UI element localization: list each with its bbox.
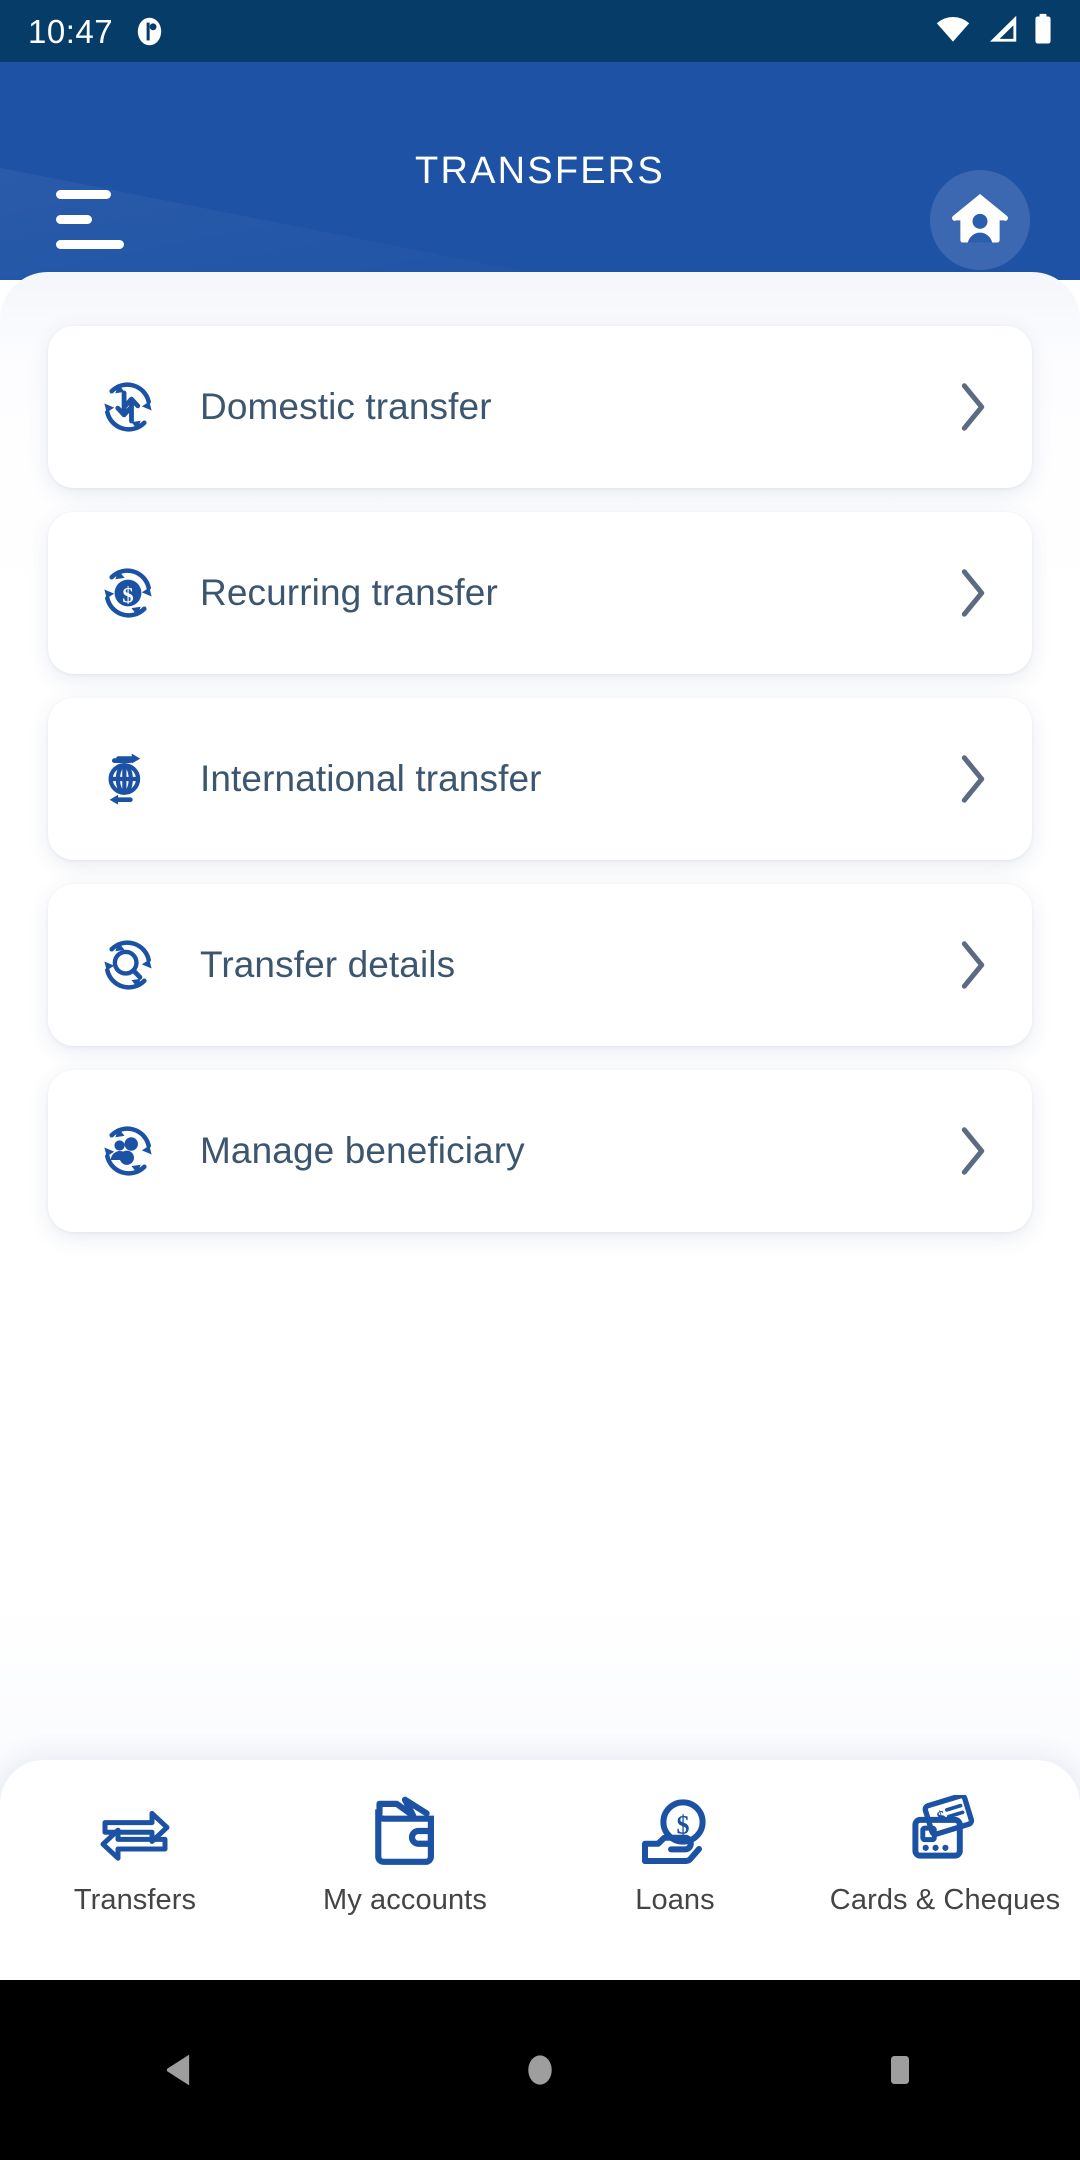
android-system-nav bbox=[0, 1980, 1080, 2160]
transfer-options-list: Domestic transfer $ Recurring transfer I… bbox=[0, 326, 1080, 1256]
home-person-icon bbox=[949, 187, 1011, 254]
nav-item-label: Loans bbox=[635, 1884, 715, 1916]
menu-item-transfer-details[interactable]: Transfer details bbox=[48, 884, 1032, 1046]
bottom-navigation-bar: Transfers My accounts $ Loans $ Cards & … bbox=[0, 1760, 1080, 1980]
page-title: TRANSFERS bbox=[415, 149, 665, 192]
recents-square-icon[interactable] bbox=[840, 2010, 960, 2130]
app-header: TRANSFERS bbox=[0, 62, 1080, 280]
hand-coin-icon: $ bbox=[639, 1792, 711, 1870]
manage-beneficiary-icon bbox=[92, 1115, 164, 1187]
content-panel: Domestic transfer $ Recurring transfer I… bbox=[0, 272, 1080, 1850]
international-transfer-icon bbox=[92, 743, 164, 815]
status-bar-clock: 10:47 bbox=[28, 12, 114, 50]
wallet-icon bbox=[370, 1792, 440, 1870]
chevron-right-icon bbox=[956, 1124, 990, 1178]
notification-app-icon bbox=[133, 15, 166, 48]
chevron-right-icon bbox=[956, 938, 990, 992]
status-bar: 10:47 bbox=[0, 0, 1080, 62]
transfer-details-icon bbox=[92, 929, 164, 1001]
nav-item-label: Cards & Cheques bbox=[829, 1884, 1061, 1916]
menu-item-label: Domestic transfer bbox=[200, 386, 492, 427]
domestic-transfer-icon bbox=[92, 371, 164, 443]
home-circle-icon[interactable] bbox=[480, 2010, 600, 2130]
chevron-right-icon bbox=[956, 380, 990, 434]
nav-item-label: Transfers bbox=[73, 1884, 197, 1916]
nav-item-my-accounts[interactable]: My accounts bbox=[280, 1792, 530, 1917]
cards-cheques-icon: $ bbox=[908, 1792, 982, 1870]
chevron-right-icon bbox=[956, 752, 990, 806]
status-bar-icons bbox=[934, 13, 1054, 50]
recurring-transfer-icon: $ bbox=[92, 557, 164, 629]
svg-text:$: $ bbox=[122, 582, 133, 607]
home-button[interactable] bbox=[930, 170, 1030, 270]
back-triangle-icon[interactable] bbox=[120, 2010, 240, 2130]
chevron-right-icon bbox=[956, 566, 990, 620]
nav-item-label: My accounts bbox=[323, 1884, 487, 1916]
menu-item-label: Manage beneficiary bbox=[200, 1130, 525, 1171]
wifi-icon bbox=[934, 14, 972, 49]
menu-item-label: International transfer bbox=[200, 758, 542, 799]
app-screen: 10:47 TRANSFERS Domestic transfer $ Recu… bbox=[0, 0, 1080, 2160]
menu-item-label: Recurring transfer bbox=[200, 572, 498, 613]
cellular-signal-icon bbox=[985, 14, 1019, 49]
menu-item-manage-beneficiary[interactable]: Manage beneficiary bbox=[48, 1070, 1032, 1232]
battery-full-icon bbox=[1032, 13, 1054, 50]
transfers-arrows-icon bbox=[97, 1792, 173, 1870]
menu-item-label: Transfer details bbox=[200, 944, 456, 985]
nav-item-transfers[interactable]: Transfers bbox=[10, 1792, 260, 1917]
menu-item-international-transfer[interactable]: International transfer bbox=[48, 698, 1032, 860]
nav-item-loans[interactable]: $ Loans bbox=[550, 1792, 800, 1917]
menu-item-recurring-transfer[interactable]: $ Recurring transfer bbox=[48, 512, 1032, 674]
menu-item-domestic-transfer[interactable]: Domestic transfer bbox=[48, 326, 1032, 488]
nav-item-cards-cheques[interactable]: $ Cards & Cheques bbox=[820, 1792, 1070, 1917]
